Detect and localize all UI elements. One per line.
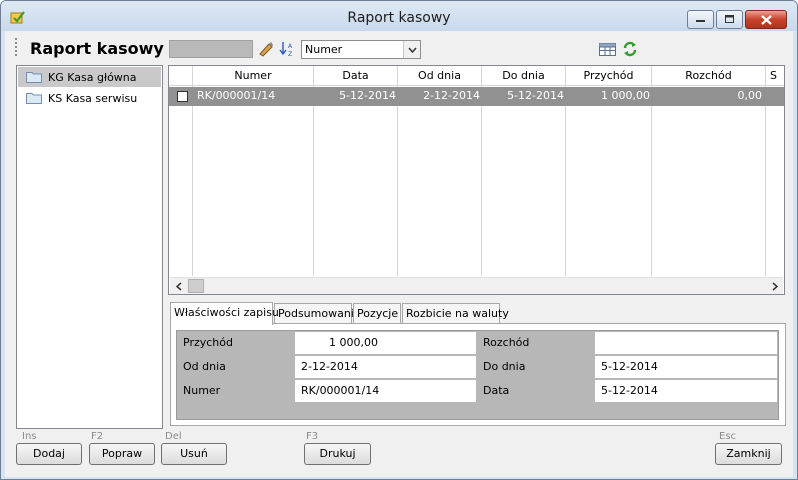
column-header-przychod[interactable]: Przychód	[566, 66, 652, 86]
shortcut-esc: Esc	[719, 431, 737, 442]
column-divider	[169, 86, 193, 276]
close-window-button[interactable]	[745, 10, 787, 29]
toolbar-grip[interactable]	[15, 38, 18, 56]
cell-rozchod: 0,00	[737, 89, 763, 102]
svg-text:Z: Z	[288, 51, 292, 58]
value-rozchod[interactable]	[595, 332, 777, 354]
refresh-icon[interactable]	[622, 40, 640, 58]
add-button[interactable]: Dodaj	[16, 443, 82, 465]
window-body: Raport kasowy AZ Numer KG Kasa główna KS…	[5, 31, 793, 477]
scroll-thumb[interactable]	[188, 279, 204, 293]
cell-do-dnia: 5-12-2014	[507, 89, 564, 102]
search-input[interactable]	[169, 40, 253, 58]
app-window: Raport kasowy Raport kasowy AZ Numer KG …	[0, 0, 798, 480]
maximize-button[interactable]	[716, 10, 743, 29]
sort-field-value: Numer	[305, 43, 343, 56]
delete-button[interactable]: Usuń	[161, 443, 227, 465]
toolbar-title: Raport kasowy	[30, 39, 164, 58]
sort-field-select[interactable]: Numer	[301, 40, 421, 59]
scroll-right-icon[interactable]	[766, 278, 783, 294]
column-header-od-dnia[interactable]: Od dnia	[398, 66, 482, 86]
label-rozchod: Rozchód	[483, 336, 530, 349]
properties-grid: Przychód 1 000,00 Rozchód Od dnia 2-12-2…	[176, 330, 779, 420]
value-przychod[interactable]: 1 000,00	[295, 332, 476, 354]
column-divider	[314, 86, 398, 276]
folder-icon	[26, 92, 42, 104]
shortcut-del: Del	[165, 431, 182, 442]
column-header-rozchod[interactable]: Rozchód	[652, 66, 766, 86]
maximize-icon	[724, 15, 734, 23]
filter-icon[interactable]	[257, 40, 275, 58]
scroll-left-icon[interactable]	[170, 278, 187, 294]
edit-button[interactable]: Popraw	[89, 443, 155, 465]
label-do-dnia: Do dnia	[483, 360, 526, 373]
sort-icon[interactable]: AZ	[279, 40, 297, 58]
print-button[interactable]: Drukuj	[304, 443, 371, 465]
cash-register-tree: KG Kasa główna KS Kasa serwisu	[16, 65, 163, 429]
column-divider	[193, 86, 314, 276]
value-od-dnia[interactable]: 2-12-2014	[295, 356, 476, 378]
tab-podsumowanie[interactable]: Podsumowanie	[274, 303, 361, 324]
tree-item-kasa-glowna[interactable]: KG Kasa główna	[18, 67, 161, 87]
tab-wlasciwosci-zapisu[interactable]: Właściwości zapisu	[170, 302, 279, 325]
label-data: Data	[483, 384, 510, 397]
column-header-numer[interactable]: Numer	[193, 66, 314, 86]
column-divider	[482, 86, 566, 276]
value-data[interactable]: 5-12-2014	[595, 380, 777, 402]
column-divider	[398, 86, 482, 276]
cell-przychod: 1 000,00	[601, 89, 650, 102]
close-icon	[760, 14, 772, 25]
horizontal-scrollbar[interactable]	[170, 277, 783, 294]
close-button[interactable]: Zamknij	[715, 443, 782, 465]
properties-panel: Przychód 1 000,00 Rozchód Od dnia 2-12-2…	[170, 323, 786, 426]
cell-numer: RK/000001/14	[197, 89, 276, 102]
column-header-do-dnia[interactable]: Do dnia	[482, 66, 566, 86]
column-header-data[interactable]: Data	[314, 66, 398, 86]
table-header: Numer Data Od dnia Do dnia Przychód Rozc…	[169, 66, 784, 86]
column-header-checkbox[interactable]	[169, 66, 193, 86]
svg-text:A: A	[288, 43, 293, 50]
title-bar[interactable]: Raport kasowy	[1, 1, 797, 31]
column-divider	[566, 86, 652, 276]
label-numer: Numer	[183, 384, 221, 397]
minimize-icon	[695, 19, 705, 22]
tab-rozbicie-na-waluty[interactable]: Rozbicie na waluty	[402, 303, 509, 324]
cell-s	[766, 87, 784, 106]
cell-od-dnia: 2-12-2014	[423, 89, 480, 102]
tree-item-label: KS Kasa serwisu	[48, 91, 138, 105]
value-numer[interactable]: RK/000001/14	[295, 380, 476, 402]
columns-icon[interactable]	[598, 40, 619, 58]
folder-icon	[26, 71, 42, 83]
chevron-down-icon[interactable]	[403, 41, 420, 58]
window-title: Raport kasowy	[347, 10, 451, 26]
column-header-s[interactable]: S	[766, 66, 784, 86]
label-przychod: Przychód	[183, 336, 233, 349]
shortcut-f2: F2	[91, 431, 104, 442]
shortcut-ins: Ins	[22, 431, 37, 442]
tree-item-kasa-serwisu[interactable]: KS Kasa serwisu	[18, 88, 161, 108]
table-row[interactable]: RK/000001/14 5-12-2014 2-12-2014 5-12-20…	[169, 87, 784, 106]
shortcut-f3: F3	[306, 431, 319, 442]
reports-table: Numer Data Od dnia Do dnia Przychód Rozc…	[168, 65, 785, 295]
label-od-dnia: Od dnia	[183, 360, 226, 373]
tab-pozycje[interactable]: Pozycje	[353, 303, 401, 324]
cell-data: 5-12-2014	[339, 89, 396, 102]
minimize-button[interactable]	[687, 10, 714, 29]
row-checkbox[interactable]	[177, 91, 188, 102]
toolbar: Raport kasowy AZ Numer	[5, 31, 793, 63]
tree-item-label: KG Kasa główna	[48, 70, 137, 84]
column-divider	[652, 86, 766, 276]
value-do-dnia[interactable]: 5-12-2014	[595, 356, 777, 378]
